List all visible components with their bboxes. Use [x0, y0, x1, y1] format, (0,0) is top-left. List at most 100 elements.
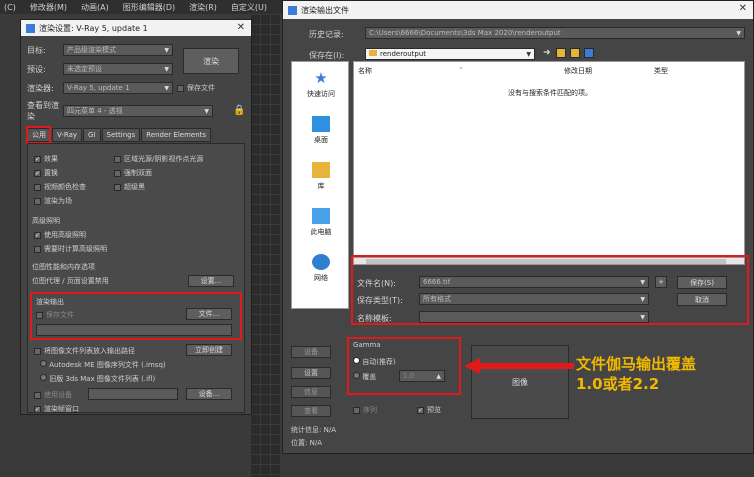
legacy-seq-option[interactable]: 旧版 3ds Max 图像文件列表 (.ifl): [40, 374, 155, 384]
close-icon[interactable]: ✕: [739, 3, 747, 14]
view-menu-icon[interactable]: [584, 48, 594, 58]
preset-label: 预设:: [27, 64, 46, 74]
autodesk-seq-option[interactable]: Autodesk ME 图像序列文件 (.imsq): [40, 360, 166, 370]
name-template-label: 名称模板:: [357, 314, 392, 323]
back-icon[interactable]: ➜: [543, 48, 551, 58]
view-value: 四元菜单 4 - 透视: [67, 107, 123, 115]
lock-icon[interactable]: 🔒: [233, 105, 245, 116]
device-button[interactable]: 设备...: [186, 388, 232, 400]
chevron-down-icon: ▼: [736, 29, 741, 37]
save-file-checkbox[interactable]: 保存文件: [177, 83, 215, 93]
render-frame-window-label: 渲染帧窗口: [44, 405, 79, 413]
video-color-check-checkbox[interactable]: 视频颜色检查: [34, 182, 86, 192]
save-in-select[interactable]: renderoutput ▼: [365, 48, 535, 60]
location-label: 位置:: [291, 439, 308, 447]
plus-button[interactable]: +: [655, 276, 667, 288]
view-label: 查看到渲 染: [27, 100, 59, 122]
preset-select[interactable]: 未选定预设 ▼: [63, 63, 173, 75]
cancel-button[interactable]: 取消: [677, 293, 727, 306]
save-button[interactable]: 保存(S): [677, 276, 727, 289]
filename-input[interactable]: 6666.tif ▼: [419, 276, 649, 288]
close-icon[interactable]: ✕: [237, 22, 245, 33]
menu-item[interactable]: 图形编辑器(D): [123, 2, 175, 13]
effects-checkbox[interactable]: ✓ 效果: [34, 154, 58, 164]
area-lights-checkbox[interactable]: 区域光源/阴影视作点光源: [114, 154, 203, 164]
new-folder-icon[interactable]: [570, 48, 580, 58]
force-two-sided-checkbox[interactable]: 强制双面: [114, 168, 152, 178]
chevron-down-icon: ▼: [640, 278, 645, 286]
render-output-highlight: [30, 292, 242, 340]
tab-settings[interactable]: Settings: [101, 128, 141, 142]
use-advanced-lighting-checkbox[interactable]: ✓ 使用高级照明: [34, 230, 86, 240]
render-button[interactable]: 渲染: [183, 48, 239, 74]
preview-checkbox[interactable]: ✓ 预览: [417, 405, 441, 415]
bitmap-setup-button[interactable]: 设置...: [188, 275, 234, 287]
render-to-fields-checkbox[interactable]: 渲染为场: [34, 196, 72, 206]
devices-button[interactable]: 设备: [291, 346, 331, 358]
render-frame-window-checkbox[interactable]: ✓ 渲染帧窗口: [34, 404, 79, 414]
force-two-sided-label: 强制双面: [124, 169, 152, 177]
history-select[interactable]: C:\Users\6666\Documents\3ds Max 2020\ren…: [365, 27, 745, 39]
checkbox-box: ✓: [34, 231, 41, 239]
displacement-checkbox[interactable]: ✓ 置换: [34, 168, 58, 178]
filetype-select[interactable]: 所有格式 ▼: [419, 293, 649, 305]
render-setup-titlebar: 渲染设置: V-Ray 5, update 1 ✕: [21, 20, 251, 36]
checkbox-box: ✓: [34, 155, 41, 163]
app-icon: [288, 5, 297, 15]
displacement-label: 置换: [44, 169, 58, 177]
column-modified[interactable]: 修改日期: [564, 66, 592, 76]
place-library[interactable]: 库: [292, 162, 350, 191]
save-in-label: 保存在(I):: [309, 51, 345, 60]
up-folder-icon[interactable]: [556, 48, 566, 58]
tab-gi[interactable]: GI: [83, 128, 101, 142]
renderer-value: V-Ray 5, update 1: [67, 84, 130, 92]
file-dialog-title: 渲染输出文件: [301, 5, 349, 15]
target-label: 目标:: [27, 45, 46, 55]
file-list[interactable]: 名称 ⌃ 修改日期 类型 没有与搜索条件匹配的项。: [353, 61, 745, 257]
place-network[interactable]: 网络: [292, 254, 350, 283]
common-panel: ✓ 效果 ✓ 置换 视频颜色检查 渲染为场 区域光源/阴影视作点光源 强制双面 超级…: [27, 143, 245, 413]
column-name[interactable]: 名称: [358, 66, 372, 76]
sequence-checkbox[interactable]: 序列: [353, 405, 377, 415]
render-tabs: 公用 V-Ray GI Settings Render Elements: [27, 128, 212, 142]
chevron-down-icon: ▼: [640, 295, 645, 303]
menu-item[interactable]: 渲染(R): [189, 2, 217, 13]
filetype-value: 所有格式: [423, 295, 451, 303]
create-now-button[interactable]: 立即创建: [186, 344, 232, 356]
name-template-select[interactable]: ▼: [419, 311, 649, 323]
annotation-line1: 文件伽马输出覆盖: [576, 355, 697, 373]
device-field[interactable]: [88, 388, 178, 400]
history-label: 历史记录:: [309, 30, 344, 39]
renderer-select[interactable]: V-Ray 5, update 1 ▼: [63, 82, 173, 94]
desktop-icon: [312, 116, 330, 132]
put-image-list-checkbox[interactable]: 将图像文件列表放入输出路径: [34, 346, 135, 356]
place-desktop[interactable]: 桌面: [292, 116, 350, 145]
view-select[interactable]: 四元菜单 4 - 透视 ▼: [63, 105, 213, 117]
menu-item[interactable]: 自定义(U): [231, 2, 267, 13]
menu-item[interactable]: 修改器(M): [30, 2, 67, 13]
target-select[interactable]: 产品级渲染模式 ▼: [63, 44, 173, 56]
location-value: N/A: [309, 439, 322, 447]
computer-icon: [312, 208, 330, 224]
chevron-down-icon: ▼: [164, 65, 169, 73]
tab-render-elements[interactable]: Render Elements: [141, 128, 212, 142]
annotation-arrow: [464, 358, 574, 374]
place-label: 库: [317, 182, 325, 190]
super-black-checkbox[interactable]: 超级黑: [114, 182, 145, 192]
menu-item[interactable]: 动画(A): [81, 2, 109, 13]
setup-button[interactable]: 设置: [291, 367, 331, 379]
radio-icon: [40, 374, 47, 381]
column-type[interactable]: 类型: [654, 66, 668, 76]
use-device-checkbox[interactable]: 使用设备: [34, 390, 72, 400]
tab-vray[interactable]: V-Ray: [52, 128, 83, 142]
info-button[interactable]: 信息: [291, 386, 331, 398]
place-this-pc[interactable]: 此电脑: [292, 208, 350, 237]
place-quick-access[interactable]: ★ 快速访问: [292, 70, 350, 99]
dialog-title: 渲染设置: V-Ray 5, update 1: [39, 23, 148, 33]
view-button[interactable]: 查看: [291, 405, 331, 417]
annotation-line2: 1.0或者2.2: [576, 375, 660, 393]
put-image-list-label: 将图像文件列表放入输出路径: [44, 347, 135, 355]
star-icon: ★: [314, 69, 328, 87]
menu-item[interactable]: (C): [4, 3, 16, 12]
compute-advanced-checkbox[interactable]: 需要时计算高级照明: [34, 244, 107, 254]
